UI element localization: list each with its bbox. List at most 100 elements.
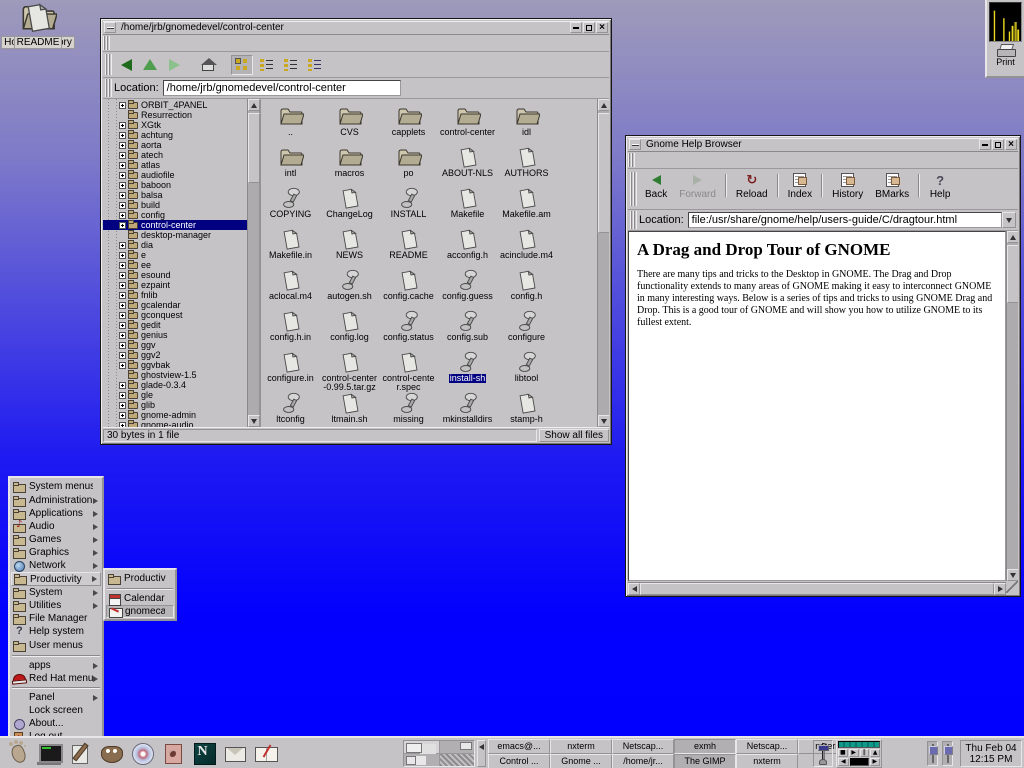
pager-desktop-3[interactable] xyxy=(404,754,439,766)
expand-box-icon[interactable] xyxy=(119,172,126,179)
pager-desktop-1[interactable] xyxy=(404,741,439,753)
tree-item[interactable]: aorta xyxy=(103,140,247,150)
audio-mixer-launcher[interactable] xyxy=(157,739,188,767)
task-gnome[interactable]: Gnome ... xyxy=(550,754,612,768)
expand-box-icon[interactable] xyxy=(119,342,126,349)
toolbar-button[interactable] xyxy=(231,55,253,75)
task-netscape-2[interactable]: Netscap... xyxy=(736,739,798,754)
file-item[interactable]: mkinstalldirs xyxy=(438,391,497,427)
pager-desktop-2[interactable] xyxy=(440,741,475,753)
expand-box-icon[interactable] xyxy=(119,302,126,309)
tree-item[interactable]: ezpaint xyxy=(103,280,247,290)
expand-box-icon[interactable] xyxy=(119,392,126,399)
close-button[interactable] xyxy=(596,22,608,33)
task-exmh[interactable]: exmh xyxy=(674,739,736,754)
cd-player-launcher[interactable] xyxy=(126,739,157,767)
tree-item[interactable]: glib xyxy=(103,400,247,410)
cd-pause-button[interactable]: ‖ xyxy=(860,749,870,757)
expand-box-icon[interactable] xyxy=(119,192,126,199)
text-editor-launcher[interactable] xyxy=(64,739,95,767)
expand-box-icon[interactable] xyxy=(119,152,126,159)
menu-item[interactable] xyxy=(12,655,100,657)
tree-item[interactable]: ee xyxy=(103,260,247,270)
cd-next-button[interactable]: ▶ xyxy=(870,758,881,766)
file-item[interactable]: stamp-h xyxy=(497,391,556,427)
file-item[interactable]: Makefile.am xyxy=(497,186,556,227)
submenu-item-gnomecard[interactable]: gnomecard xyxy=(106,605,174,618)
handle-grip[interactable] xyxy=(630,172,637,206)
file-item[interactable]: missing xyxy=(379,391,438,427)
desk-guide-pager[interactable] xyxy=(403,740,475,767)
file-item[interactable]: Makefile.in xyxy=(261,227,320,268)
location-dropdown-button[interactable] xyxy=(1002,212,1016,228)
maximize-button[interactable] xyxy=(992,139,1004,150)
help-titlebar[interactable]: Gnome Help Browser xyxy=(628,138,1018,152)
expand-box-icon[interactable] xyxy=(119,312,126,319)
expand-box-icon[interactable] xyxy=(119,142,126,149)
minimize-button[interactable] xyxy=(570,22,582,33)
file-item[interactable]: control-center xyxy=(438,104,497,145)
menu-item-system-menus[interactable]: System menus xyxy=(11,479,101,494)
fm-menu[interactable] xyxy=(176,41,192,45)
expand-box-icon[interactable] xyxy=(119,222,126,229)
task-nxterm-1[interactable]: nxterm xyxy=(550,739,612,754)
file-item[interactable]: config.guess xyxy=(438,268,497,309)
file-item[interactable]: ltconfig xyxy=(261,391,320,427)
close-button[interactable] xyxy=(1005,139,1017,150)
file-item[interactable]: CVS xyxy=(320,104,379,145)
file-item[interactable]: acconfig.h xyxy=(438,227,497,268)
help-bmarks-button[interactable]: BMarks xyxy=(869,171,915,200)
expand-box-icon[interactable] xyxy=(119,182,126,189)
expand-box-icon[interactable] xyxy=(119,242,126,249)
fm-menu[interactable] xyxy=(112,41,128,45)
tree-item[interactable]: gle xyxy=(103,390,247,400)
menu-item-productivity[interactable]: Productivity xyxy=(11,572,101,586)
expand-box-icon[interactable] xyxy=(119,382,126,389)
help-menu[interactable] xyxy=(669,158,685,162)
slider-right[interactable] xyxy=(942,741,953,766)
terminal-launcher[interactable] xyxy=(33,739,64,767)
file-item[interactable]: ChangeLog xyxy=(320,186,379,227)
file-item[interactable]: INSTALL xyxy=(379,186,438,227)
scroll-left-button[interactable] xyxy=(628,583,640,595)
menu-item-utilities[interactable]: Utilities xyxy=(11,599,101,612)
location-input[interactable]: file:/usr/share/gnome/help/users-guide/C… xyxy=(688,212,1002,228)
file-item[interactable]: aclocal.m4 xyxy=(261,268,320,309)
submenu-item-productivity[interactable]: Productivity xyxy=(106,571,174,586)
window-menu-button[interactable] xyxy=(104,22,116,33)
handle-grip[interactable] xyxy=(105,54,112,75)
gimp-launcher[interactable] xyxy=(95,739,126,767)
fm-menu[interactable] xyxy=(144,41,160,45)
tree-item[interactable]: audiofile xyxy=(103,170,247,180)
main-menu-button[interactable] xyxy=(2,739,33,767)
tree-item[interactable]: desktop-manager xyxy=(103,230,247,240)
scroll-thumb[interactable] xyxy=(248,113,260,183)
expand-box-icon[interactable] xyxy=(119,162,126,169)
help-toolbar-button[interactable] xyxy=(918,174,920,197)
menu-item-administration[interactable]: Administration xyxy=(11,494,101,507)
file-item[interactable]: ABOUT-NLS xyxy=(438,145,497,186)
help-hscrollbar[interactable] xyxy=(628,582,1006,594)
help-forward-button[interactable]: Forward xyxy=(673,171,722,200)
file-item[interactable]: Makefile xyxy=(438,186,497,227)
menu-item-lock-screen[interactable]: Lock screen xyxy=(11,704,101,717)
task-the-gimp[interactable]: The GIMP xyxy=(674,754,736,768)
expand-box-icon[interactable] xyxy=(119,212,126,219)
tasklist-collapse-button[interactable] xyxy=(477,740,486,767)
help-menu[interactable] xyxy=(653,158,669,162)
tree-scrollbar[interactable] xyxy=(247,99,259,427)
tree-item[interactable]: baboon xyxy=(103,180,247,190)
mixer-applet[interactable] xyxy=(813,740,833,767)
file-item[interactable]: config.cache xyxy=(379,268,438,309)
expand-box-icon[interactable] xyxy=(119,362,126,369)
expand-box-icon[interactable] xyxy=(119,272,126,279)
handle-grip[interactable] xyxy=(630,211,637,229)
expand-box-icon[interactable] xyxy=(119,202,126,209)
cd-prev-button[interactable]: ◀ xyxy=(838,758,849,766)
submenu-item-calendar[interactable]: Calendar xyxy=(106,592,174,605)
file-item[interactable]: config.h.in xyxy=(261,309,320,350)
tree-item[interactable]: dia xyxy=(103,240,247,250)
menu-item-file-manager[interactable]: File Manager xyxy=(11,612,101,625)
menu-item-applications[interactable]: Applications xyxy=(11,507,101,520)
task-control[interactable]: Control ... xyxy=(488,754,550,768)
